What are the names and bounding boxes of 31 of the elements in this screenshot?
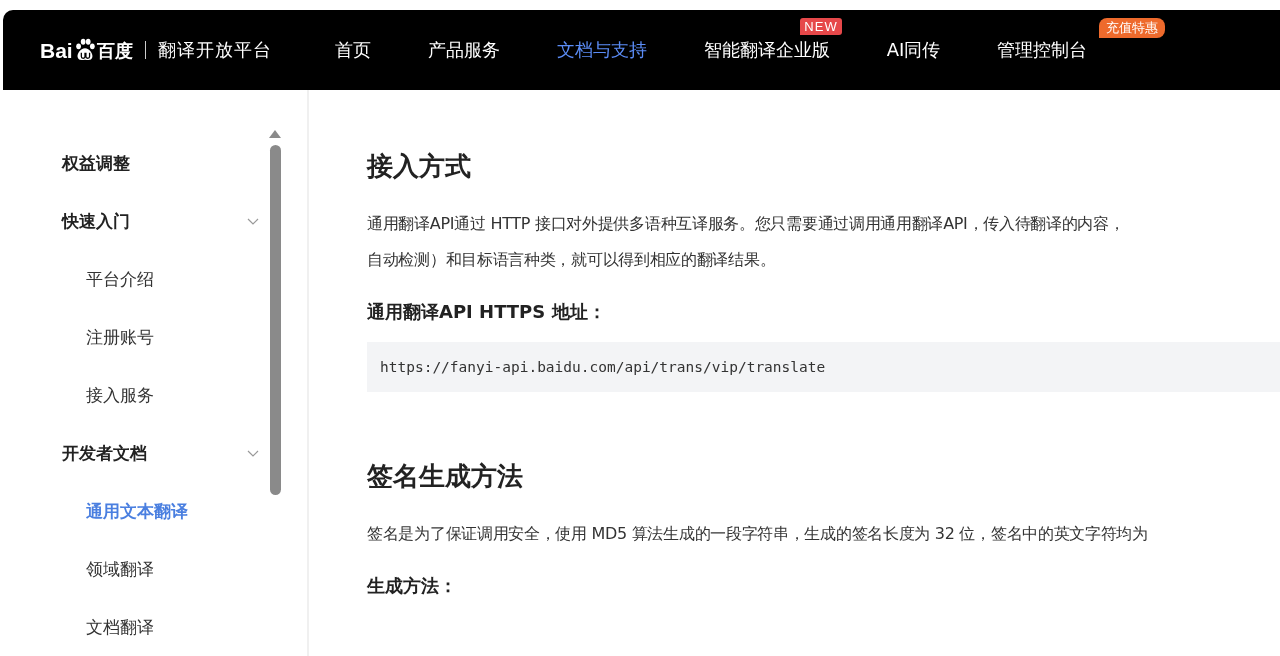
menu-item[interactable]: 平台介绍 [62, 250, 262, 308]
chevron-icon[interactable] [247, 217, 259, 225]
menu-item[interactable]: 文档翻译 [62, 598, 262, 656]
menu-item[interactable]: 接入服务 [62, 366, 262, 424]
scroll-up-icon[interactable] [269, 130, 281, 138]
menu-group[interactable]: 快速入门 [62, 192, 262, 250]
nav-link[interactable]: 管理控制台 [997, 39, 1088, 60]
nav-link[interactable]: 文档与支持 [556, 39, 647, 60]
menu-item[interactable]: 领域翻译 [62, 540, 262, 598]
menu-item[interactable]: 注册账号 [62, 308, 262, 366]
scrollbar-thumb[interactable] [269, 145, 281, 495]
section-heading: 签名生成方法 [367, 460, 524, 493]
menu-group[interactable]: 开发者文档 [62, 424, 262, 482]
menu-item[interactable]: 通用文本翻译 [62, 482, 262, 540]
nav-link[interactable]: 产品服务 [427, 39, 500, 60]
subheading: 生成方法： [367, 574, 458, 598]
badge: NEW [800, 18, 842, 35]
badge: 充值特惠 [1099, 18, 1166, 38]
nav-link[interactable]: 智能翻译企业版 [703, 39, 830, 60]
nav-link[interactable]: 首页 [334, 39, 371, 60]
paragraph-text: 通用翻译API通过 HTTP 接口对外提供多语种互译服务。您只需要通过调用通用翻译API，传入待翻译的内容， [367, 213, 1126, 235]
paragraph-text: 自动检测）和目标语言种类，就可以得到相应的翻译结果。 [367, 249, 777, 271]
subheading: 通用翻译API HTTPS 地址： [367, 300, 607, 324]
menu-group[interactable]: 权益调整 [62, 134, 262, 192]
paragraph-text: 签名是为了保证调用安全，使用 MD5 算法生成的一段字符串，生成的签名长度为 32 位，签名中的英文字符均为 [367, 523, 1149, 545]
section-heading: 接入方式 [367, 150, 472, 183]
url-text: https://fanyi-api.baidu.com/api/trans/vip/translate [380, 359, 826, 375]
product-name: 翻译开放平台 [157, 38, 272, 62]
baidu-logo[interactable]: Bai 百度 [40, 38, 133, 62]
nav-link[interactable]: AI同传 [886, 39, 941, 60]
chevron-icon[interactable] [247, 449, 259, 457]
